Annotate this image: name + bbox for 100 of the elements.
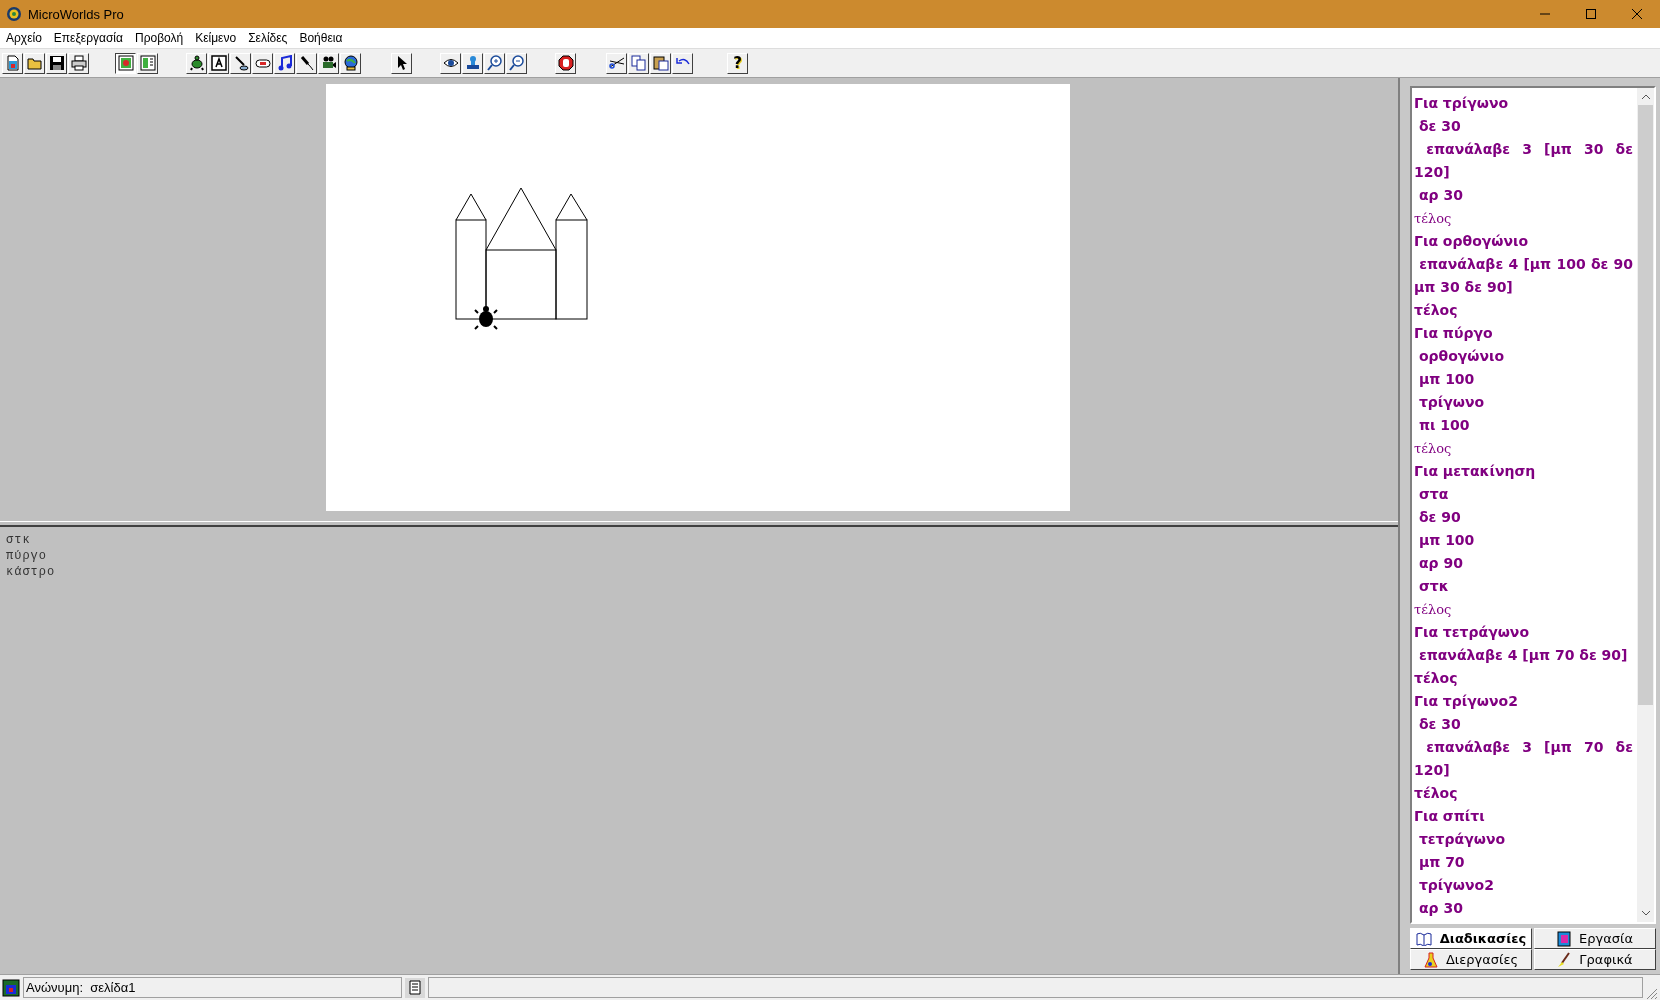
tab[interactable]: Διαδικασίες	[1410, 928, 1532, 949]
code-line: στκ	[1417, 577, 1450, 596]
scroll-down-icon	[1641, 911, 1650, 916]
page-layout-icon	[139, 55, 156, 71]
scroll-up-icon	[1641, 94, 1650, 99]
view-b-button[interactable]	[137, 52, 158, 74]
code-line: μπ 100	[1417, 531, 1476, 550]
copy-icon	[630, 55, 647, 71]
code-line: Για σπίτι	[1414, 807, 1486, 826]
window-title: MicroWorlds Pro	[28, 6, 124, 22]
code-line: Για πύργο	[1414, 324, 1494, 343]
picture-icon	[117, 55, 134, 71]
app-logo-icon	[6, 6, 22, 22]
oval-button[interactable]	[252, 52, 273, 74]
brush-button[interactable]	[230, 52, 251, 74]
code-line: πι 100	[1417, 416, 1471, 435]
flask-icon	[1423, 951, 1438, 968]
video-camera-icon	[320, 55, 337, 71]
brush-icon	[232, 55, 249, 71]
code-line: τετράγωνο	[1417, 830, 1507, 849]
code-line: τέλος	[1414, 210, 1453, 228]
printer-icon	[70, 55, 87, 71]
stamp-button[interactable]	[462, 52, 483, 74]
page-name-field: Ανώνυμη: σελίδα1	[23, 977, 402, 998]
copy-button[interactable]	[628, 52, 649, 74]
camera-button[interactable]	[318, 52, 339, 74]
scissors-icon	[608, 55, 625, 71]
code-line: τέλος	[1414, 784, 1459, 803]
code-line: δε 30	[1417, 715, 1462, 734]
code-line: Για τρίγωνο	[1414, 94, 1510, 113]
undo-button[interactable]	[672, 52, 693, 74]
scissors-button[interactable]	[606, 52, 627, 74]
note-button[interactable]	[274, 52, 295, 74]
menu-item[interactable]: Βοήθεια	[293, 31, 349, 45]
music-note-icon	[276, 55, 293, 71]
menu-item[interactable]: Κείμενο	[189, 31, 243, 45]
stamp-icon	[464, 55, 481, 71]
text-box-icon	[210, 55, 227, 71]
book-icon	[1415, 931, 1432, 946]
menu-item[interactable]: Επεξεργασία	[47, 31, 129, 45]
globe-button[interactable]	[340, 52, 361, 74]
help-button[interactable]: ?	[727, 52, 748, 74]
code-line: μπ 70	[1417, 853, 1466, 872]
code-line: δε 90	[1417, 508, 1462, 527]
code-line: τέλος	[1414, 440, 1453, 458]
globe-icon	[342, 55, 359, 71]
code-line: αρ 30	[1417, 186, 1464, 205]
eye-button[interactable]	[440, 52, 461, 74]
notes-button[interactable]	[405, 977, 425, 998]
code-line: τέλος	[1414, 669, 1459, 688]
floppy-icon	[48, 55, 65, 71]
page-icon	[2, 978, 20, 997]
resize-grip-icon	[1646, 988, 1658, 1000]
scrollbar-thumb[interactable]	[1638, 105, 1653, 705]
page-icon	[4, 55, 21, 71]
zoom-out-button[interactable]	[506, 52, 527, 74]
scrollbar[interactable]	[1637, 88, 1654, 922]
menu-item[interactable]: Προβολή	[128, 31, 190, 45]
stop-button[interactable]	[555, 52, 576, 74]
tab[interactable]: Γραφικά	[1534, 949, 1656, 970]
code-line: Για τρίγωνο2	[1414, 692, 1519, 711]
printer-button[interactable]	[68, 52, 89, 74]
code-line: Για ορθογώνιο	[1414, 232, 1530, 251]
code-line: τρίγωνο2	[1417, 876, 1495, 895]
code-line: τρίγωνο	[1417, 393, 1486, 412]
code-line: ορθογώνιο	[1417, 347, 1506, 366]
menu-item[interactable]: Αρχείο	[0, 31, 48, 45]
page-button[interactable]	[2, 52, 23, 74]
code-line: στα	[1417, 485, 1450, 504]
command-line: κάστρο	[6, 564, 57, 580]
pointer-button[interactable]	[391, 52, 412, 74]
paste-button[interactable]	[650, 52, 671, 74]
menu-item[interactable]: Σελίδες	[242, 31, 294, 45]
code-line: τέλος	[1414, 601, 1453, 619]
code-line: τέλος	[1414, 301, 1459, 320]
code-line: Για μετακίνηση	[1414, 462, 1537, 481]
code-line: επανάλαβε 4 [μπ 70 δε 90]	[1417, 646, 1629, 665]
folder-icon	[26, 55, 43, 71]
tab[interactable]: Διεργασίες	[1410, 949, 1532, 970]
code-line: αρ 30	[1417, 899, 1464, 918]
maximize-icon	[1586, 9, 1596, 19]
code-line: δε 30	[1417, 117, 1462, 136]
command-line: πύργο	[6, 548, 48, 564]
turtle-button[interactable]	[186, 52, 207, 74]
floppy-button[interactable]	[46, 52, 67, 74]
turtle-icon	[188, 55, 205, 71]
folder-button[interactable]	[24, 52, 45, 74]
command-center[interactable]: στκ πύργο κάστρο	[0, 527, 1398, 974]
zoom-in-button[interactable]	[484, 52, 505, 74]
turtle-icon	[474, 306, 498, 330]
stop-hand-icon	[557, 55, 574, 71]
tab[interactable]: Εργασία	[1534, 928, 1656, 949]
code-line: μπ 100	[1417, 370, 1476, 389]
text-box-button[interactable]	[208, 52, 229, 74]
scroll-icon	[408, 979, 422, 996]
zoom-in-icon	[486, 55, 503, 71]
view-a-button[interactable]	[115, 52, 136, 74]
zoom-out-icon	[508, 55, 525, 71]
clipboard-icon	[652, 55, 669, 71]
command-line: στκ	[6, 532, 32, 548]
